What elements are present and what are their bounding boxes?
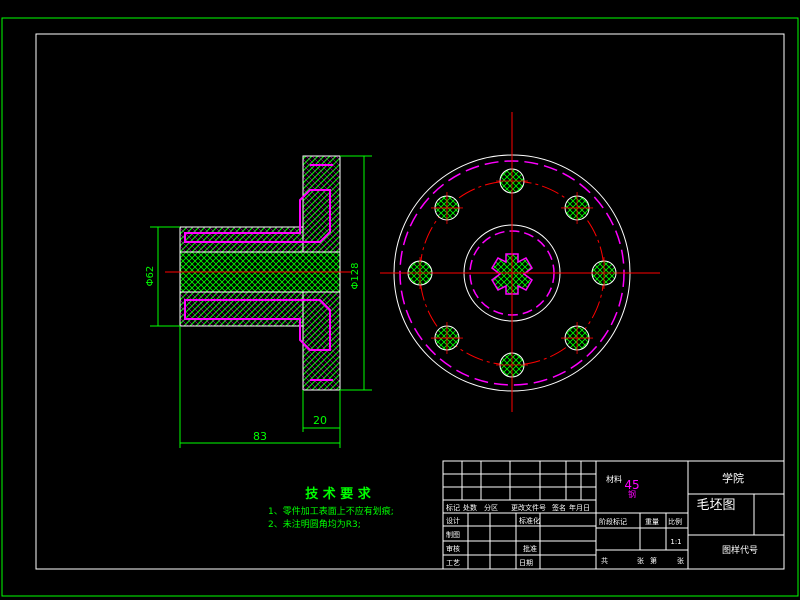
cad-drawing-canvas: Φ62 Φ128 20 83 技 术 要 求 1、零件加工表面上不应有划痕; 2… [1, 17, 799, 597]
header-cell: 分区 [484, 503, 498, 512]
sheet-cell: 共 [601, 556, 608, 565]
dim-d62-label: Φ62 [145, 266, 156, 287]
header-cell: 处数 [463, 503, 477, 512]
inner-border [35, 33, 785, 570]
header-cell: 签名 [552, 503, 566, 512]
tech-req-heading: 技 术 要 求 [305, 486, 372, 502]
row-label-design: 设计 [446, 516, 460, 525]
header-cell: 更改文件号 [511, 503, 546, 512]
dim-83-label: 83 [253, 430, 267, 443]
tech-req-item-1: 1、零件加工表面上不应有划痕; [268, 505, 394, 517]
sheet-cell: 张 [677, 556, 684, 565]
outer-border [1, 17, 799, 597]
stage-cell: 比例 [668, 517, 682, 526]
school-name: 学院 [722, 471, 744, 485]
stage-cell: 阶段标记 [599, 517, 627, 526]
row-label-draw: 制图 [446, 530, 460, 539]
dim-d128-label: Φ128 [350, 263, 361, 290]
sheet-cell: 第 [650, 556, 657, 565]
drawing-name: 毛坯图 [696, 498, 735, 513]
mid-label: 标准化 [519, 516, 540, 525]
material-label: 材料 [606, 474, 622, 484]
sheet-cell: 张 [637, 556, 644, 565]
drawing-code: 图样代号 [722, 544, 758, 556]
dim-20-label: 20 [313, 414, 327, 427]
row-label-process: 工艺 [446, 559, 460, 567]
title-block-text: 材料 45 钢 学院 毛坯图 图样代号 1:1 标记 处数 分区 更改文件号 签… [446, 471, 758, 567]
front-view [380, 112, 660, 412]
section-view: Φ62 Φ128 20 83 [145, 155, 372, 448]
header-cell: 年月日 [569, 503, 590, 512]
row-label-check: 审核 [446, 544, 460, 553]
mid-label: 批准 [523, 544, 537, 553]
material-sub: 钢 [628, 489, 636, 499]
header-cell: 标记 [446, 503, 460, 512]
mid-label: 日期 [519, 559, 533, 567]
stage-cell: 重量 [645, 518, 659, 526]
tech-req-item-2: 2、未注明圆角均为R3; [268, 518, 361, 530]
scale-value: 1:1 [670, 538, 681, 546]
